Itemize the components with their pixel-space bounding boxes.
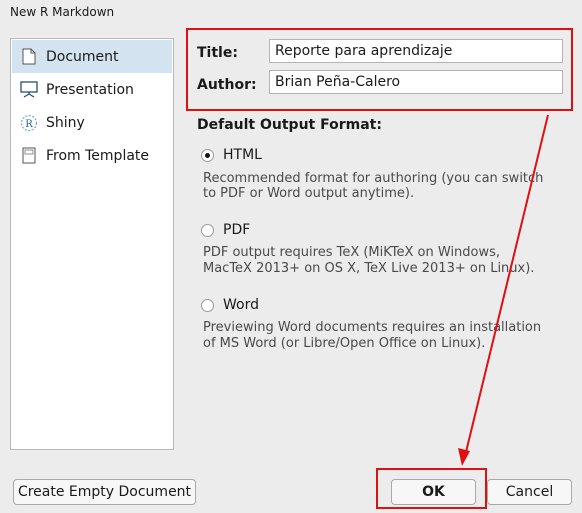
annotation-arrow-icon	[458, 114, 549, 466]
